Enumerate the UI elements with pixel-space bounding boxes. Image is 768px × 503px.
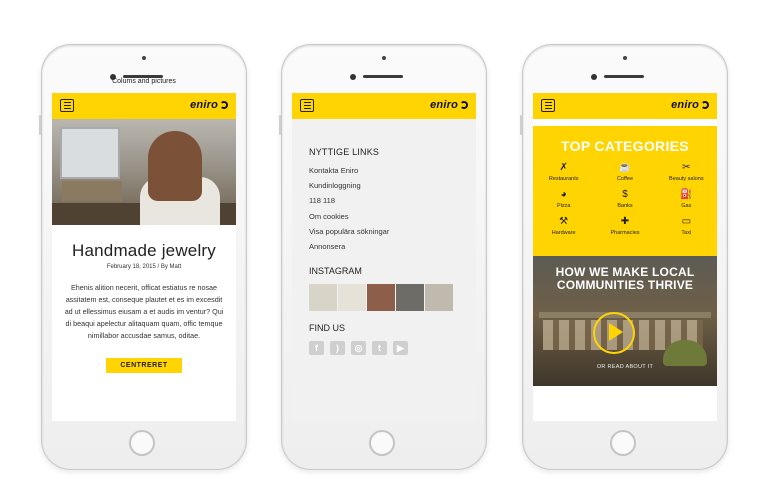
footer-link[interactable]: Visa populära sökningar bbox=[309, 224, 476, 239]
phone-caption: Colums and pictures bbox=[112, 78, 176, 85]
screen-categories: eniro TOP CATEGORIES ✗ Restaurants ☕ Coffe… bbox=[533, 93, 717, 421]
category-taxi[interactable]: ▭ Taxi bbox=[656, 216, 717, 236]
menu-button[interactable] bbox=[60, 99, 74, 112]
front-camera bbox=[350, 74, 356, 80]
dollar-icon: $ bbox=[622, 189, 628, 200]
footer-link[interactable]: Kundinloggning bbox=[309, 178, 476, 193]
instagram-thumb[interactable] bbox=[309, 284, 337, 312]
footer-link[interactable]: Annonsera bbox=[309, 239, 476, 254]
brand-logo[interactable]: eniro bbox=[430, 99, 468, 111]
fuel-icon: ⛽ bbox=[680, 189, 693, 200]
category-label: Taxi bbox=[681, 230, 692, 236]
footer-link[interactable]: 118 118 bbox=[309, 193, 476, 208]
facebook-icon[interactable]: f bbox=[309, 341, 324, 356]
restaurant-icon: ✗ bbox=[559, 162, 568, 173]
youtube-icon[interactable]: ▶ bbox=[393, 341, 408, 356]
home-button[interactable] bbox=[129, 430, 155, 456]
rss-icon[interactable]: ) bbox=[330, 341, 345, 356]
instagram-heading: INSTAGRAM bbox=[309, 266, 362, 277]
category-label: Gas bbox=[681, 203, 692, 209]
category-pizza[interactable]: ◕ Pizza bbox=[533, 189, 594, 209]
category-label: Pizza bbox=[556, 203, 571, 209]
category-label: Beauty salons bbox=[669, 176, 704, 182]
instagram-icon[interactable]: ◎ bbox=[351, 341, 366, 356]
brand-logo[interactable]: eniro bbox=[671, 99, 709, 111]
category-grid: ✗ Restaurants ☕ Coffee ✂ Beauty salons ◕ Piz… bbox=[533, 162, 717, 236]
top-bar: eniro bbox=[292, 93, 476, 119]
links-list: Kontakta Eniro Kundinloggning 118 118 Om… bbox=[309, 163, 476, 254]
read-about-link[interactable]: OR READ ABOUT IT bbox=[533, 364, 717, 370]
play-icon[interactable] bbox=[593, 312, 635, 354]
brand-logo-text: eniro bbox=[671, 99, 699, 111]
brand-logo-text: eniro bbox=[190, 99, 218, 111]
hero-image bbox=[52, 119, 236, 225]
phone-mockup-3: eniro TOP CATEGORIES ✗ Restaurants ☕ Coffe… bbox=[520, 44, 728, 470]
logo-swoosh-icon bbox=[701, 101, 709, 109]
category-banks[interactable]: $ Banks bbox=[594, 189, 655, 209]
sensor-dot bbox=[142, 56, 146, 60]
article-title: Handmade jewelry bbox=[72, 241, 216, 260]
category-label: Hardware bbox=[551, 230, 576, 236]
instagram-thumb[interactable] bbox=[338, 284, 366, 312]
category-beauty-salons[interactable]: ✂ Beauty salons bbox=[656, 162, 717, 182]
category-label: Pharmacies bbox=[610, 230, 640, 236]
links-heading: NYTTIGE LINKS bbox=[309, 147, 380, 157]
front-camera bbox=[591, 74, 597, 80]
footer-link[interactable]: Om cookies bbox=[309, 209, 476, 224]
findus-heading: FIND US bbox=[309, 323, 345, 334]
brand-logo[interactable]: eniro bbox=[190, 99, 228, 111]
categories-title: TOP CATEGORIES bbox=[561, 138, 689, 154]
home-button[interactable] bbox=[610, 430, 636, 456]
speaker-grille bbox=[363, 75, 403, 78]
logo-swoosh-icon bbox=[220, 101, 228, 109]
video-banner[interactable]: HOW WE MAKE LOCAL COMMUNITIES THRIVE OR … bbox=[533, 256, 717, 386]
category-hardware[interactable]: ⚒ Hardware bbox=[533, 216, 594, 236]
menu-button[interactable] bbox=[300, 99, 314, 112]
instagram-thumb[interactable] bbox=[425, 284, 453, 312]
category-label: Coffee bbox=[616, 176, 634, 182]
phone-mockup-2: eniro NYTTIGE LINKS Kontakta Eniro Kundi… bbox=[279, 44, 487, 470]
pharmacy-icon: ✚ bbox=[620, 216, 630, 227]
instagram-thumb[interactable] bbox=[367, 284, 395, 312]
brand-logo-text: eniro bbox=[430, 99, 458, 111]
footer-link[interactable]: Kontakta Eniro bbox=[309, 163, 476, 178]
article-body: Ehenis alition necerit, officat estiatus… bbox=[64, 283, 224, 340]
article-meta: February 18, 2015 / By Matt bbox=[106, 264, 182, 270]
sensor-dot bbox=[382, 56, 386, 60]
scissors-icon: ✂ bbox=[682, 162, 691, 173]
centreret-button[interactable]: CENTRERET bbox=[106, 358, 182, 373]
car-icon: ▭ bbox=[681, 216, 692, 227]
video-title: HOW WE MAKE LOCAL COMMUNITIES THRIVE bbox=[555, 265, 695, 292]
speaker-grille bbox=[604, 75, 644, 78]
category-label: Banks bbox=[617, 203, 633, 209]
top-bar: eniro bbox=[533, 93, 717, 119]
category-pharmacies[interactable]: ✚ Pharmacies bbox=[594, 216, 655, 236]
category-coffee[interactable]: ☕ Coffee bbox=[594, 162, 655, 182]
logo-swoosh-icon bbox=[460, 101, 468, 109]
category-gas[interactable]: ⛽ Gas bbox=[656, 189, 717, 209]
twitter-icon[interactable]: t bbox=[372, 341, 387, 356]
top-categories-panel: TOP CATEGORIES ✗ Restaurants ☕ Coffee ✂ Bea… bbox=[533, 126, 717, 256]
instagram-thumbnails bbox=[309, 284, 476, 312]
home-button[interactable] bbox=[369, 430, 395, 456]
sensor-dot bbox=[623, 56, 627, 60]
screen-article: eniro Handmade jewelry February 18, 2015… bbox=[52, 93, 236, 421]
coffee-icon: ☕ bbox=[618, 162, 632, 173]
instagram-thumb[interactable] bbox=[396, 284, 424, 312]
pizza-icon: ◕ bbox=[560, 189, 567, 200]
tools-icon: ⚒ bbox=[559, 216, 569, 227]
screen-footer: eniro NYTTIGE LINKS Kontakta Eniro Kundi… bbox=[292, 93, 476, 421]
menu-button[interactable] bbox=[541, 99, 555, 112]
top-bar: eniro bbox=[52, 93, 236, 119]
phone-mockup-1: Colums and pictures eniro Handmade jewel… bbox=[39, 44, 247, 470]
category-label: Restaurants bbox=[548, 176, 579, 182]
category-restaurants[interactable]: ✗ Restaurants bbox=[533, 162, 594, 182]
social-icons: f ) ◎ t ▶ bbox=[309, 341, 476, 356]
